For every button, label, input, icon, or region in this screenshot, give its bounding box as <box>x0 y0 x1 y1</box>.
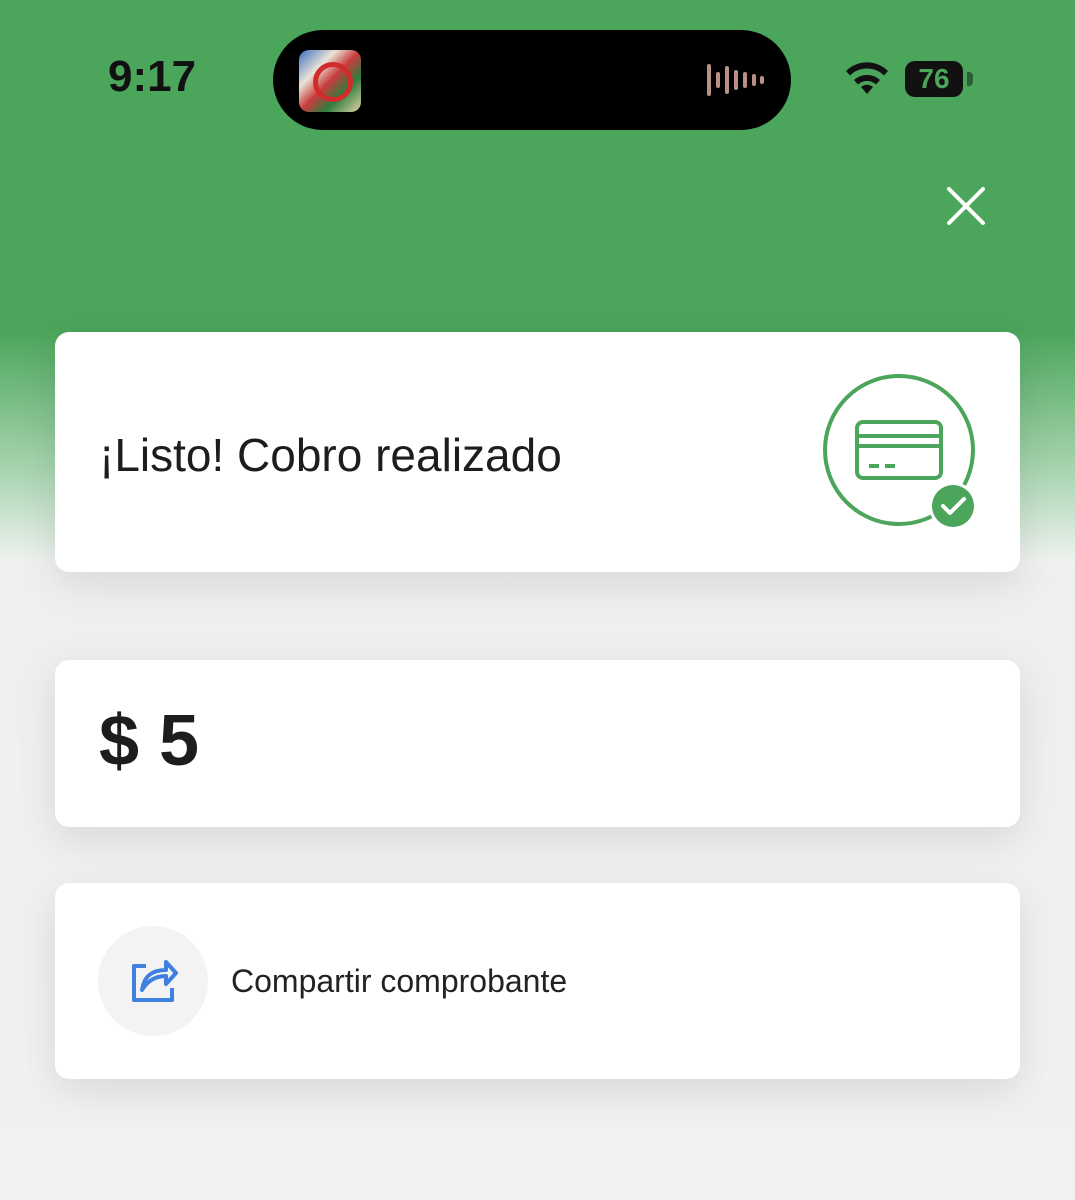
card-check-icon <box>823 374 977 530</box>
wifi-icon <box>846 62 888 94</box>
success-card: ¡Listo! Cobro realizado <box>55 332 1020 572</box>
close-icon[interactable] <box>940 180 992 232</box>
battery-indicator: 76 <box>905 61 963 97</box>
battery-cap <box>967 72 973 86</box>
status-time: 9:17 <box>108 52 197 101</box>
success-title: ¡Listo! Cobro realizado <box>99 429 562 481</box>
album-art-thumbnail <box>299 50 361 112</box>
share-receipt-button[interactable]: Compartir comprobante <box>55 883 1020 1079</box>
share-label: Compartir comprobante <box>231 963 568 999</box>
amount-card: $ 5 <box>55 660 1020 827</box>
amount-value: $ 5 <box>99 701 200 781</box>
battery-level: 76 <box>918 63 950 94</box>
share-icon <box>132 960 178 1002</box>
dynamic-island[interactable] <box>273 30 791 130</box>
share-icon-container <box>98 926 208 1036</box>
waveform-icon <box>707 64 764 96</box>
status-bar: 9:17 76 <box>0 0 1075 150</box>
